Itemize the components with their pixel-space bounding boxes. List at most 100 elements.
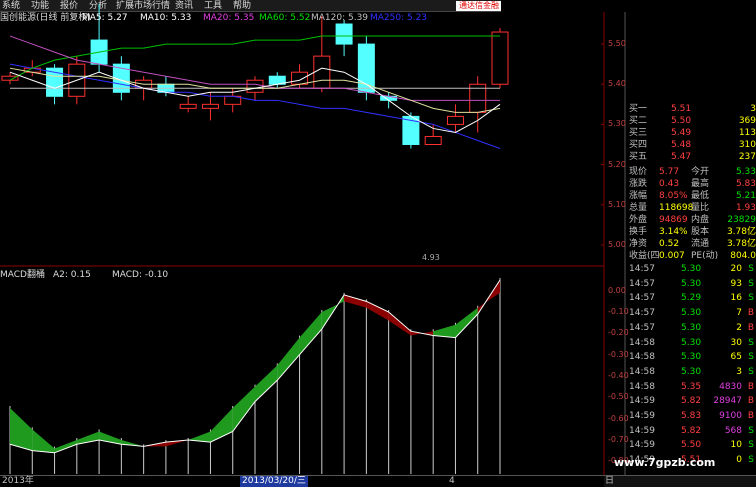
date-label: 4 (449, 476, 455, 486)
stat-label: 内盘 (691, 215, 710, 225)
tick-volume: 4830 (719, 381, 742, 392)
tick-row: 14:59 5.82 28947 B (629, 396, 756, 407)
tick-price: 5.30 (681, 264, 702, 274)
tick-price: 5.30 (681, 278, 702, 289)
stat-label: 今开 (691, 167, 710, 177)
stat-row: 涨幅 8.05% 最低 5.21 (629, 191, 756, 202)
tick-price: 5.50 (681, 440, 702, 451)
tick-row: 14:57 5.30 20 S (629, 264, 756, 275)
date-axis: 2013年 2013/03/20/三 4 (0, 475, 604, 487)
stat-row: 换手 3.14% 股本 3.78亿 (629, 227, 756, 238)
price-axis-tick: 5.10 (608, 199, 626, 209)
tick-side: B (747, 322, 754, 333)
tick-price: 5.30 (681, 322, 702, 333)
macd-axis-tick: -0.10 (608, 307, 629, 316)
bid-price: 5.50 (671, 116, 692, 126)
tick-price: 5.82 (681, 396, 702, 407)
tick-time: 14:57 (629, 278, 655, 289)
stat-label: PE(动) (691, 251, 719, 261)
bid-row: 买四 5.48 310 (629, 140, 756, 151)
price-axis-tick: 5.30 (608, 119, 626, 129)
stat-value: 5.83 (735, 179, 756, 189)
macd-a2-label: A2: 0.15 (53, 270, 91, 280)
stat-value: 5.21 (735, 191, 756, 201)
tick-time: 14:59 (629, 440, 655, 451)
ma60-label: MA60: 5.52 (259, 13, 311, 23)
price-axis-tick: 5.20 (608, 159, 626, 169)
macd-fill (54, 440, 77, 453)
tick-row: 14:58 5.30 30 S (629, 338, 756, 349)
stat-row: 总量 118698 量比 1.93 (629, 203, 756, 214)
tick-side: B (747, 308, 754, 319)
tick-side: S (748, 440, 754, 451)
tick-volume: 0 (736, 455, 742, 466)
bid-price: 5.51 (671, 104, 692, 114)
tick-price: 5.30 (681, 308, 702, 319)
candle-body (201, 103, 219, 109)
macd-fill (344, 294, 367, 308)
macd-axis-tick: -0.20 (608, 328, 629, 338)
stat-label: 最高 (691, 179, 710, 189)
bid-price: 5.48 (671, 140, 692, 150)
price-axis-tick: 5.50 (608, 39, 626, 49)
bid-volume: 3 (750, 104, 756, 114)
tick-volume: 3 (736, 366, 742, 377)
tick-time: 14:58 (629, 381, 655, 392)
tick-volume: 93 (730, 278, 742, 289)
candle-body (246, 79, 264, 93)
period-label[interactable]: 日 (605, 476, 614, 487)
stat-value: 0.007 (659, 251, 685, 261)
tick-time: 14:57 (629, 322, 655, 333)
stat-value: 23829 (727, 215, 756, 225)
watermark: www.7gpzb.com (614, 456, 716, 469)
ma120-label: MA120: 5.39 (311, 13, 369, 23)
price-axis-tick: 5.40 (608, 79, 626, 89)
stat-label: 股本 (691, 227, 710, 237)
tick-volume: 16 (730, 293, 742, 304)
bid-label: 买一 (629, 104, 648, 114)
tick-side: S (748, 293, 754, 304)
tick-side: S (748, 337, 754, 348)
ma10-label: MA10: 5.33 (140, 13, 192, 23)
tick-row: 14:57 5.30 93 S (629, 279, 756, 290)
stat-value: 118698 (659, 203, 694, 213)
tick-time: 14:57 (629, 264, 655, 274)
macd-axis-tick: -0.40 (608, 371, 629, 380)
candle-body (335, 23, 353, 45)
tick-side: S (748, 425, 754, 436)
bid-label: 买三 (629, 128, 648, 138)
tick-time: 14:58 (629, 337, 655, 348)
tick-volume: 10 (730, 440, 742, 451)
macd-fill (455, 307, 478, 338)
stat-label: 最低 (691, 191, 710, 201)
tick-time: 14:57 (629, 293, 655, 304)
tick-side: S (748, 352, 754, 363)
bid-price: 5.49 (671, 128, 692, 138)
tick-side: S (748, 264, 754, 274)
tick-time: 14:59 (629, 425, 655, 436)
macd-axis-tick: -0.60 (608, 413, 629, 423)
bid-row: 买五 5.47 237 (629, 152, 756, 163)
tick-row: 14:58 5.30 65 S (629, 352, 756, 363)
tick-row: 14:59 5.82 568 S (629, 426, 756, 437)
date-cursor-label: 2013/03/20/三 (240, 476, 308, 487)
tick-row: 14:57 5.29 16 S (629, 293, 756, 304)
tick-volume: 20 (730, 264, 742, 274)
stat-label: 净资 (629, 239, 648, 249)
tick-row: 14:59 5.50 10 S (629, 440, 756, 451)
ma-legend: 国创能源(日线 前复权) (0, 13, 91, 24)
stat-value: 3.78亿 (726, 227, 756, 237)
candle-body (446, 115, 464, 125)
tick-side: B (747, 381, 754, 392)
macd-legend-title: MACD翻桶 (0, 270, 45, 280)
stat-label: 收益(四 (629, 251, 660, 261)
tick-time: 14:57 (629, 308, 655, 319)
tick-time: 14:59 (629, 411, 655, 421)
tick-volume: 2 (736, 322, 742, 333)
bid-label: 买二 (629, 116, 648, 126)
candle-body (313, 55, 331, 89)
candle-body (179, 103, 197, 109)
date-label: 2013年 (2, 476, 34, 486)
tick-volume: 9100 (719, 411, 742, 421)
candle-body (424, 135, 442, 145)
